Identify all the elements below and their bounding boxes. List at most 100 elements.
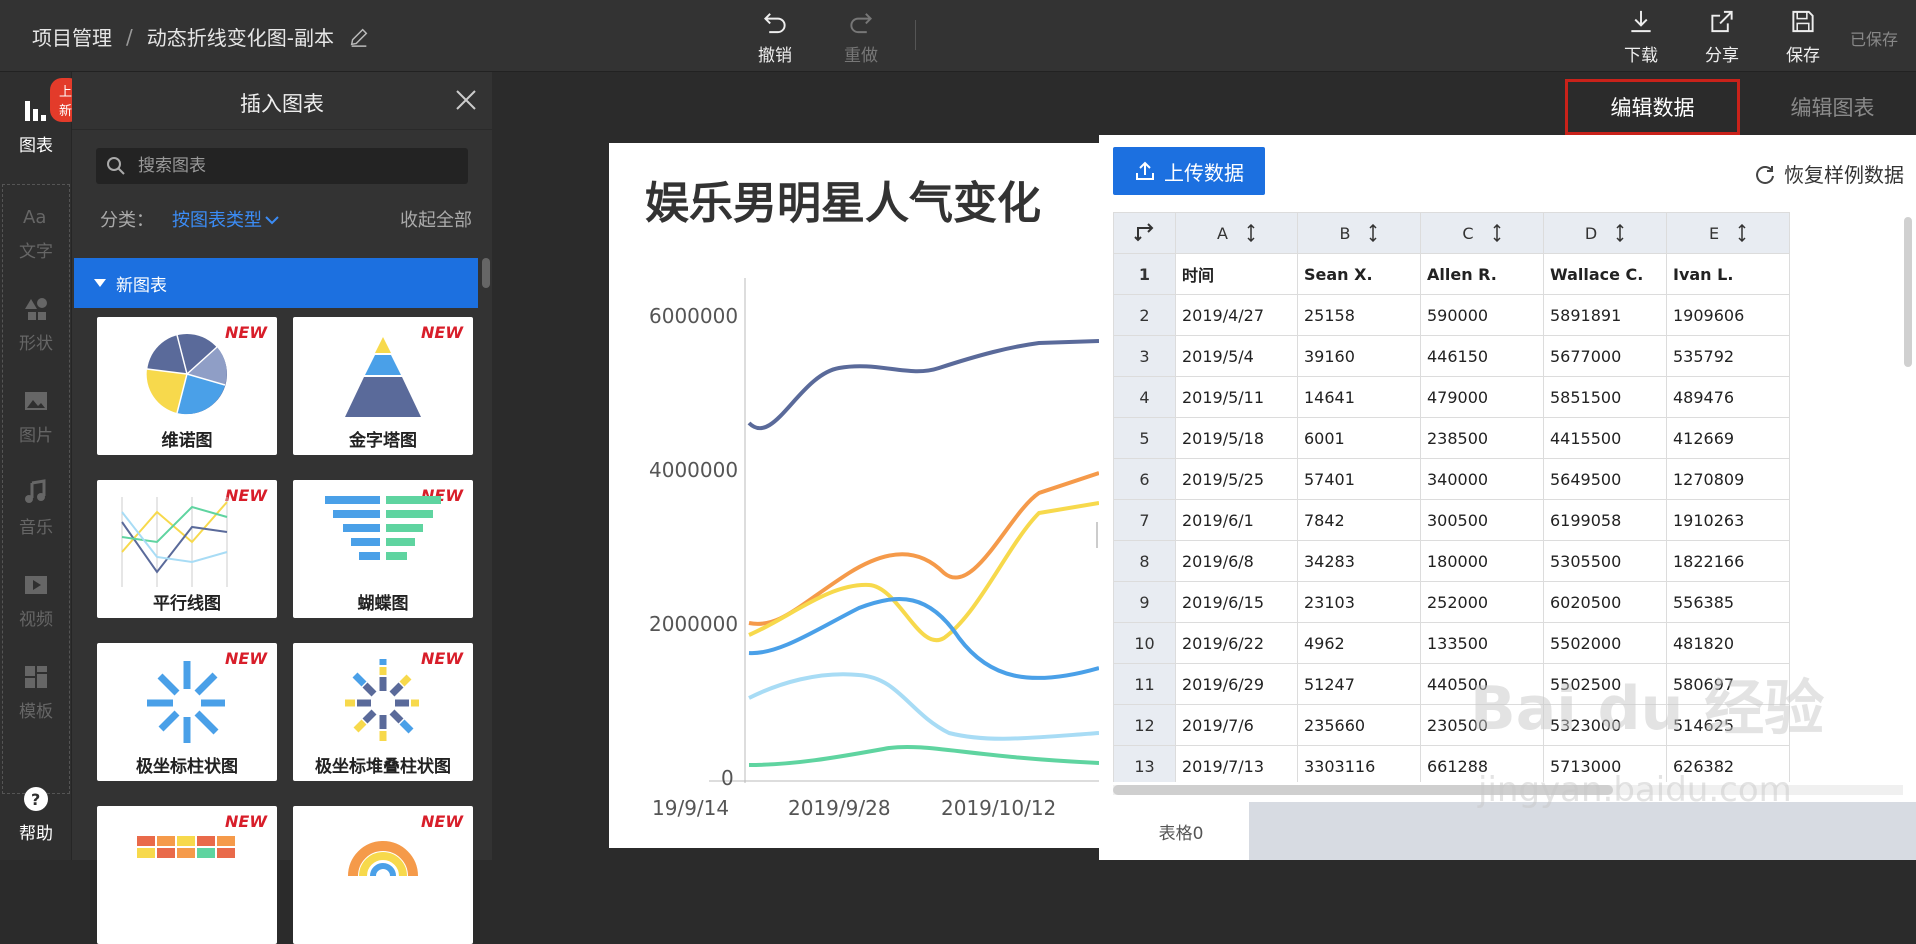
transpose-corner[interactable] [1113,212,1176,254]
table-cell[interactable]: 2019/6/22 [1175,622,1298,664]
nav-image[interactable]: 图片 [0,376,72,456]
close-icon[interactable] [454,88,478,112]
table-cell[interactable]: 6199058 [1543,499,1667,541]
table-cell[interactable]: 25158 [1297,294,1421,336]
nav-template[interactable]: 模板 [0,652,72,732]
table-cell[interactable]: 34283 [1297,540,1421,582]
table-cell[interactable]: 5677000 [1543,335,1667,377]
sort-icon[interactable] [1492,224,1502,242]
table-cell[interactable]: 2019/6/29 [1175,663,1298,705]
table-cell[interactable]: 590000 [1420,294,1544,336]
category-select[interactable]: 按图表类型 [172,210,262,231]
sort-icon[interactable] [1246,224,1256,242]
table-cell[interactable]: 2019/5/25 [1175,458,1298,500]
download-button[interactable]: 下载 [1611,8,1671,66]
sort-icon[interactable] [1737,224,1747,242]
table-cell[interactable]: 7842 [1297,499,1421,541]
table-cell[interactable]: Sean X. [1297,253,1421,295]
table-cell[interactable]: 235660 [1297,704,1421,746]
chevron-down-icon[interactable] [264,214,280,226]
table-cell[interactable]: Wallace C. [1543,253,1667,295]
chart-card-polar-bar[interactable]: NEW 极坐标柱状图 [97,643,277,781]
table-cell[interactable]: 2019/5/4 [1175,335,1298,377]
nav-music[interactable]: 音乐 [0,468,72,548]
table-cell[interactable]: 2019/6/1 [1175,499,1298,541]
table-cell[interactable]: 238500 [1420,417,1544,459]
table-cell[interactable]: 2019/4/27 [1175,294,1298,336]
table-cell[interactable]: 300500 [1420,499,1544,541]
table-cell[interactable]: 1909606 [1666,294,1790,336]
table-cell[interactable]: 51247 [1297,663,1421,705]
tab-edit-data[interactable]: 编辑数据 [1565,79,1740,135]
upload-data-button[interactable]: 上传数据 [1113,147,1265,195]
chart-card-heatmap[interactable]: NEW [97,806,277,944]
share-button[interactable]: 分享 [1692,8,1752,66]
sort-icon[interactable] [1368,224,1378,242]
table-cell[interactable]: 5305500 [1543,540,1667,582]
row-number[interactable]: 7 [1113,499,1176,541]
nav-shapes[interactable]: 形状 [0,284,72,364]
table-cell[interactable]: 180000 [1420,540,1544,582]
nav-video[interactable]: 视频 [0,560,72,640]
table-cell[interactable]: 5649500 [1543,458,1667,500]
column-header-a[interactable]: A [1175,212,1298,254]
redo-button[interactable]: 重做 [831,8,891,66]
panel-scrollbar[interactable] [482,258,490,288]
table-cell[interactable]: 556385 [1666,581,1790,623]
table-cell[interactable]: 5891891 [1543,294,1667,336]
table-cell[interactable]: Allen R. [1420,253,1544,295]
section-new-charts[interactable]: 新图表 [74,258,478,308]
table-cell[interactable]: 57401 [1297,458,1421,500]
undo-button[interactable]: 撤销 [745,8,805,66]
table-cell[interactable]: 5851500 [1543,376,1667,418]
table-cell[interactable]: 133500 [1420,622,1544,664]
row-number[interactable]: 12 [1113,704,1176,746]
chart-card-pyramid[interactable]: NEW 金字塔图 [293,317,473,455]
row-number[interactable]: 4 [1113,376,1176,418]
table-cell[interactable]: 4415500 [1543,417,1667,459]
table-cell[interactable]: 2019/7/13 [1175,745,1298,782]
column-header-e[interactable]: E [1666,212,1790,254]
table-cell[interactable]: 479000 [1420,376,1544,418]
row-number[interactable]: 11 [1113,663,1176,705]
row-number[interactable]: 1 [1113,253,1176,295]
column-header-b[interactable]: B [1297,212,1421,254]
table-cell[interactable]: 2019/6/8 [1175,540,1298,582]
chart-card-butterfly[interactable]: NEW 蝴蝶图 [293,480,473,618]
table-cell[interactable]: Ivan L. [1666,253,1790,295]
table-cell[interactable]: 6001 [1297,417,1421,459]
column-header-d[interactable]: D [1543,212,1667,254]
table-cell[interactable]: 23103 [1297,581,1421,623]
chart-card-voronoi[interactable]: NEW 维诺图 [97,317,277,455]
table-cell[interactable]: 340000 [1420,458,1544,500]
sort-icon[interactable] [1615,224,1625,242]
search-input[interactable] [138,156,458,176]
table-cell[interactable]: 3303116 [1297,745,1421,782]
chart-card-sunburst[interactable]: NEW [293,806,473,944]
document-name[interactable]: 动态折线变化图-副本 [147,22,334,51]
table-cell[interactable]: 481820 [1666,622,1790,664]
table-cell[interactable]: 2019/7/6 [1175,704,1298,746]
collapse-all-button[interactable]: 收起全部 [400,206,472,232]
table-cell[interactable]: 252000 [1420,581,1544,623]
sheet-tab[interactable]: 表格0 [1113,802,1249,860]
row-number[interactable]: 6 [1113,458,1176,500]
breadcrumb-project-management[interactable]: 项目管理 [32,22,112,51]
grid-vertical-scrollbar[interactable] [1904,217,1912,367]
table-cell[interactable]: 5502000 [1543,622,1667,664]
table-cell[interactable]: 412669 [1666,417,1790,459]
nav-text[interactable]: Aa 文字 [0,192,72,272]
row-number[interactable]: 13 [1113,745,1176,782]
row-number[interactable]: 2 [1113,294,1176,336]
table-cell[interactable]: 2019/5/11 [1175,376,1298,418]
table-cell[interactable]: 2019/6/15 [1175,581,1298,623]
table-cell[interactable]: 时间 [1175,253,1298,295]
row-number[interactable]: 10 [1113,622,1176,664]
table-cell[interactable]: 489476 [1666,376,1790,418]
chart-card-parallel[interactable]: NEW 平行线图 [97,480,277,618]
row-number[interactable]: 5 [1113,417,1176,459]
table-cell[interactable]: 39160 [1297,335,1421,377]
restore-sample-data-button[interactable]: 恢复样例数据 [1754,159,1904,188]
row-number[interactable]: 9 [1113,581,1176,623]
table-cell[interactable]: 1822166 [1666,540,1790,582]
